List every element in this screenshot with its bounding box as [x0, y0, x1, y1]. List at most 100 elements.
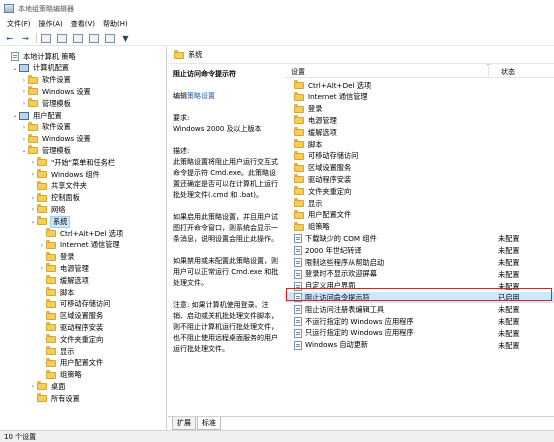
expand-chevron-icon[interactable]: ›	[29, 383, 37, 390]
tree-item[interactable]: ⌄ 管理模板	[20, 145, 71, 156]
tree-item[interactable]: › 管理模板	[20, 98, 71, 109]
tree-item[interactable]: › 电源管理	[38, 263, 89, 274]
export-list-icon[interactable]	[72, 33, 83, 44]
list-item[interactable]: 阻止访问注册表编辑工具 未配置	[285, 304, 554, 315]
expand-chevron-icon[interactable]: ›	[29, 171, 37, 178]
list-item[interactable]: Windows 自动更新 未配置	[285, 340, 554, 351]
filter-icon[interactable]: ▼	[120, 33, 131, 44]
tree-item-label: 组策略	[60, 370, 82, 380]
tab-extended[interactable]: 扩展	[172, 417, 196, 430]
tree-item[interactable]: 共享文件夹	[29, 180, 87, 192]
expand-chevron-icon[interactable]: ›	[20, 136, 28, 143]
forward-arrow-icon[interactable]: →	[20, 33, 31, 44]
list-item[interactable]: 缓解选项	[285, 127, 554, 138]
tree-item[interactable]: › Windows 设置	[20, 133, 91, 145]
list-item-label: 缓解选项	[308, 127, 337, 137]
show-hide-tree-icon[interactable]	[40, 33, 51, 44]
menu-file[interactable]: 文件(F)	[3, 19, 35, 29]
tree-item[interactable]: › "开始"菜单和任务栏	[29, 157, 115, 168]
edit-policy-link[interactable]: 策略设置	[187, 92, 215, 100]
tree-item[interactable]: 缓解选项	[38, 275, 89, 286]
menu-view[interactable]: 查看(V)	[67, 19, 99, 29]
edit-prefix: 编辑	[173, 92, 187, 100]
properties-icon[interactable]	[56, 33, 67, 44]
view-icon[interactable]	[104, 33, 115, 44]
tree-item[interactable]: 用户配置文件	[38, 357, 103, 369]
tree-item[interactable]: › Internet 通信管理	[38, 239, 120, 251]
column-state[interactable]: 状态	[501, 67, 515, 77]
list-item[interactable]: 驱动程序安装	[285, 174, 554, 185]
tree-item[interactable]: › 控制面板	[29, 192, 80, 204]
collapse-chevron-icon[interactable]: ⌄	[29, 218, 37, 225]
list-item[interactable]: 电源管理	[285, 115, 554, 126]
folder-icon	[294, 127, 304, 137]
tree-item[interactable]: 所有设置	[29, 393, 80, 404]
list-item[interactable]: 组策略	[285, 221, 554, 233]
list-item[interactable]: 2000 年世纪转译 未配置	[285, 245, 554, 256]
expand-chevron-icon[interactable]: ›	[29, 195, 37, 202]
tree-item[interactable]: ⌄ 系统	[29, 215, 71, 228]
back-arrow-icon[interactable]: ←	[4, 33, 15, 44]
column-setting[interactable]: 设置	[291, 67, 305, 77]
expand-chevron-icon[interactable]: ›	[29, 159, 37, 166]
list-item-label: 阻止访问注册表编辑工具	[305, 304, 385, 314]
tree-item-label: 缓解选项	[60, 275, 89, 285]
list-item[interactable]: 脚本	[285, 139, 554, 150]
tree-item[interactable]: › 软件设置	[20, 121, 71, 133]
tree-item[interactable]: › Windows 设置	[20, 86, 91, 97]
tree-item[interactable]: 可移动存储访问	[38, 298, 110, 310]
window-title: 本地组策略编辑器	[18, 4, 74, 13]
expand-chevron-icon[interactable]: ›	[20, 77, 28, 84]
tree-item[interactable]: Ctrl+Alt+Del 选项	[38, 228, 123, 239]
highlight-annotation-box	[286, 288, 552, 301]
tree-item[interactable]: › 桌面	[29, 381, 65, 392]
tree-item[interactable]: 显示	[38, 346, 74, 357]
collapse-chevron-icon[interactable]: ⌄	[20, 147, 28, 154]
tree-item[interactable]: 脚本	[38, 287, 74, 298]
expand-chevron-icon[interactable]: ›	[29, 206, 37, 213]
tree-item[interactable]: ⌄ 用户配置	[11, 110, 62, 121]
list-item[interactable]: 登录	[285, 103, 554, 115]
tree-item[interactable]: 区域设置服务	[38, 310, 103, 322]
list-item[interactable]: 下载缺少的 COM 组件 未配置	[285, 233, 554, 244]
list-item[interactable]: 区域设置服务	[285, 162, 554, 174]
tab-standard[interactable]: 标准	[197, 417, 221, 430]
help-icon[interactable]	[88, 33, 99, 44]
expand-chevron-icon[interactable]: ›	[38, 265, 46, 272]
tree-item-label: 管理模板	[42, 98, 71, 108]
tree-item[interactable]: ⌄ 计算机配置	[11, 63, 69, 74]
list-item[interactable]: Ctrl+Alt+Del 选项	[285, 80, 554, 91]
tree-item[interactable]: › Windows 组件	[29, 169, 100, 180]
list-item[interactable]: 用户配置文件	[285, 209, 554, 221]
list-item[interactable]: 限制这些程序从帮助启动 未配置	[285, 257, 554, 268]
tree-item[interactable]: 组策略	[38, 369, 82, 381]
expand-chevron-icon[interactable]: ›	[20, 124, 28, 131]
tree-item[interactable]: › 软件设置	[20, 74, 71, 86]
list-item-label: 只运行指定的 Windows 应用程序	[305, 328, 414, 338]
tree-item[interactable]: 驱动程序安装	[38, 322, 103, 333]
tree-item[interactable]: 文件夹重定向	[38, 334, 103, 345]
column-divider[interactable]	[488, 64, 489, 78]
list-item[interactable]: 只运行指定的 Windows 应用程序 未配置	[285, 328, 554, 339]
folder-icon	[294, 209, 304, 219]
tree-item-label: 驱动程序安装	[60, 322, 104, 332]
expand-chevron-icon[interactable]: ›	[20, 100, 28, 107]
menu-action[interactable]: 操作(A)	[35, 19, 67, 29]
collapse-chevron-icon[interactable]: ⌄	[11, 112, 19, 119]
menu-help[interactable]: 帮助(H)	[99, 19, 132, 29]
tree-item-label: 控制面板	[51, 193, 80, 203]
list-item[interactable]: 不运行指定的 Windows 应用程序 未配置	[285, 316, 554, 327]
list-item-label: Windows 自动更新	[305, 340, 369, 350]
list-item[interactable]: 文件夹重定向	[285, 186, 554, 197]
expand-chevron-icon[interactable]: ›	[20, 88, 28, 95]
tree-item[interactable]: 本地计算机 策略	[2, 51, 76, 62]
list-item[interactable]: 可移动存储访问	[285, 150, 554, 162]
list-item[interactable]: 显示	[285, 198, 554, 209]
policy-setting-icon	[294, 340, 302, 350]
collapse-chevron-icon[interactable]: ⌄	[11, 65, 19, 72]
tree-item[interactable]: 登录	[38, 251, 74, 263]
expand-chevron-icon[interactable]: ›	[38, 242, 46, 249]
list-item[interactable]: Internet 通信管理	[285, 91, 554, 103]
tree-item[interactable]: › 网络	[29, 204, 65, 215]
list-item[interactable]: 登录时不显示欢迎屏幕 未配置	[285, 269, 554, 280]
